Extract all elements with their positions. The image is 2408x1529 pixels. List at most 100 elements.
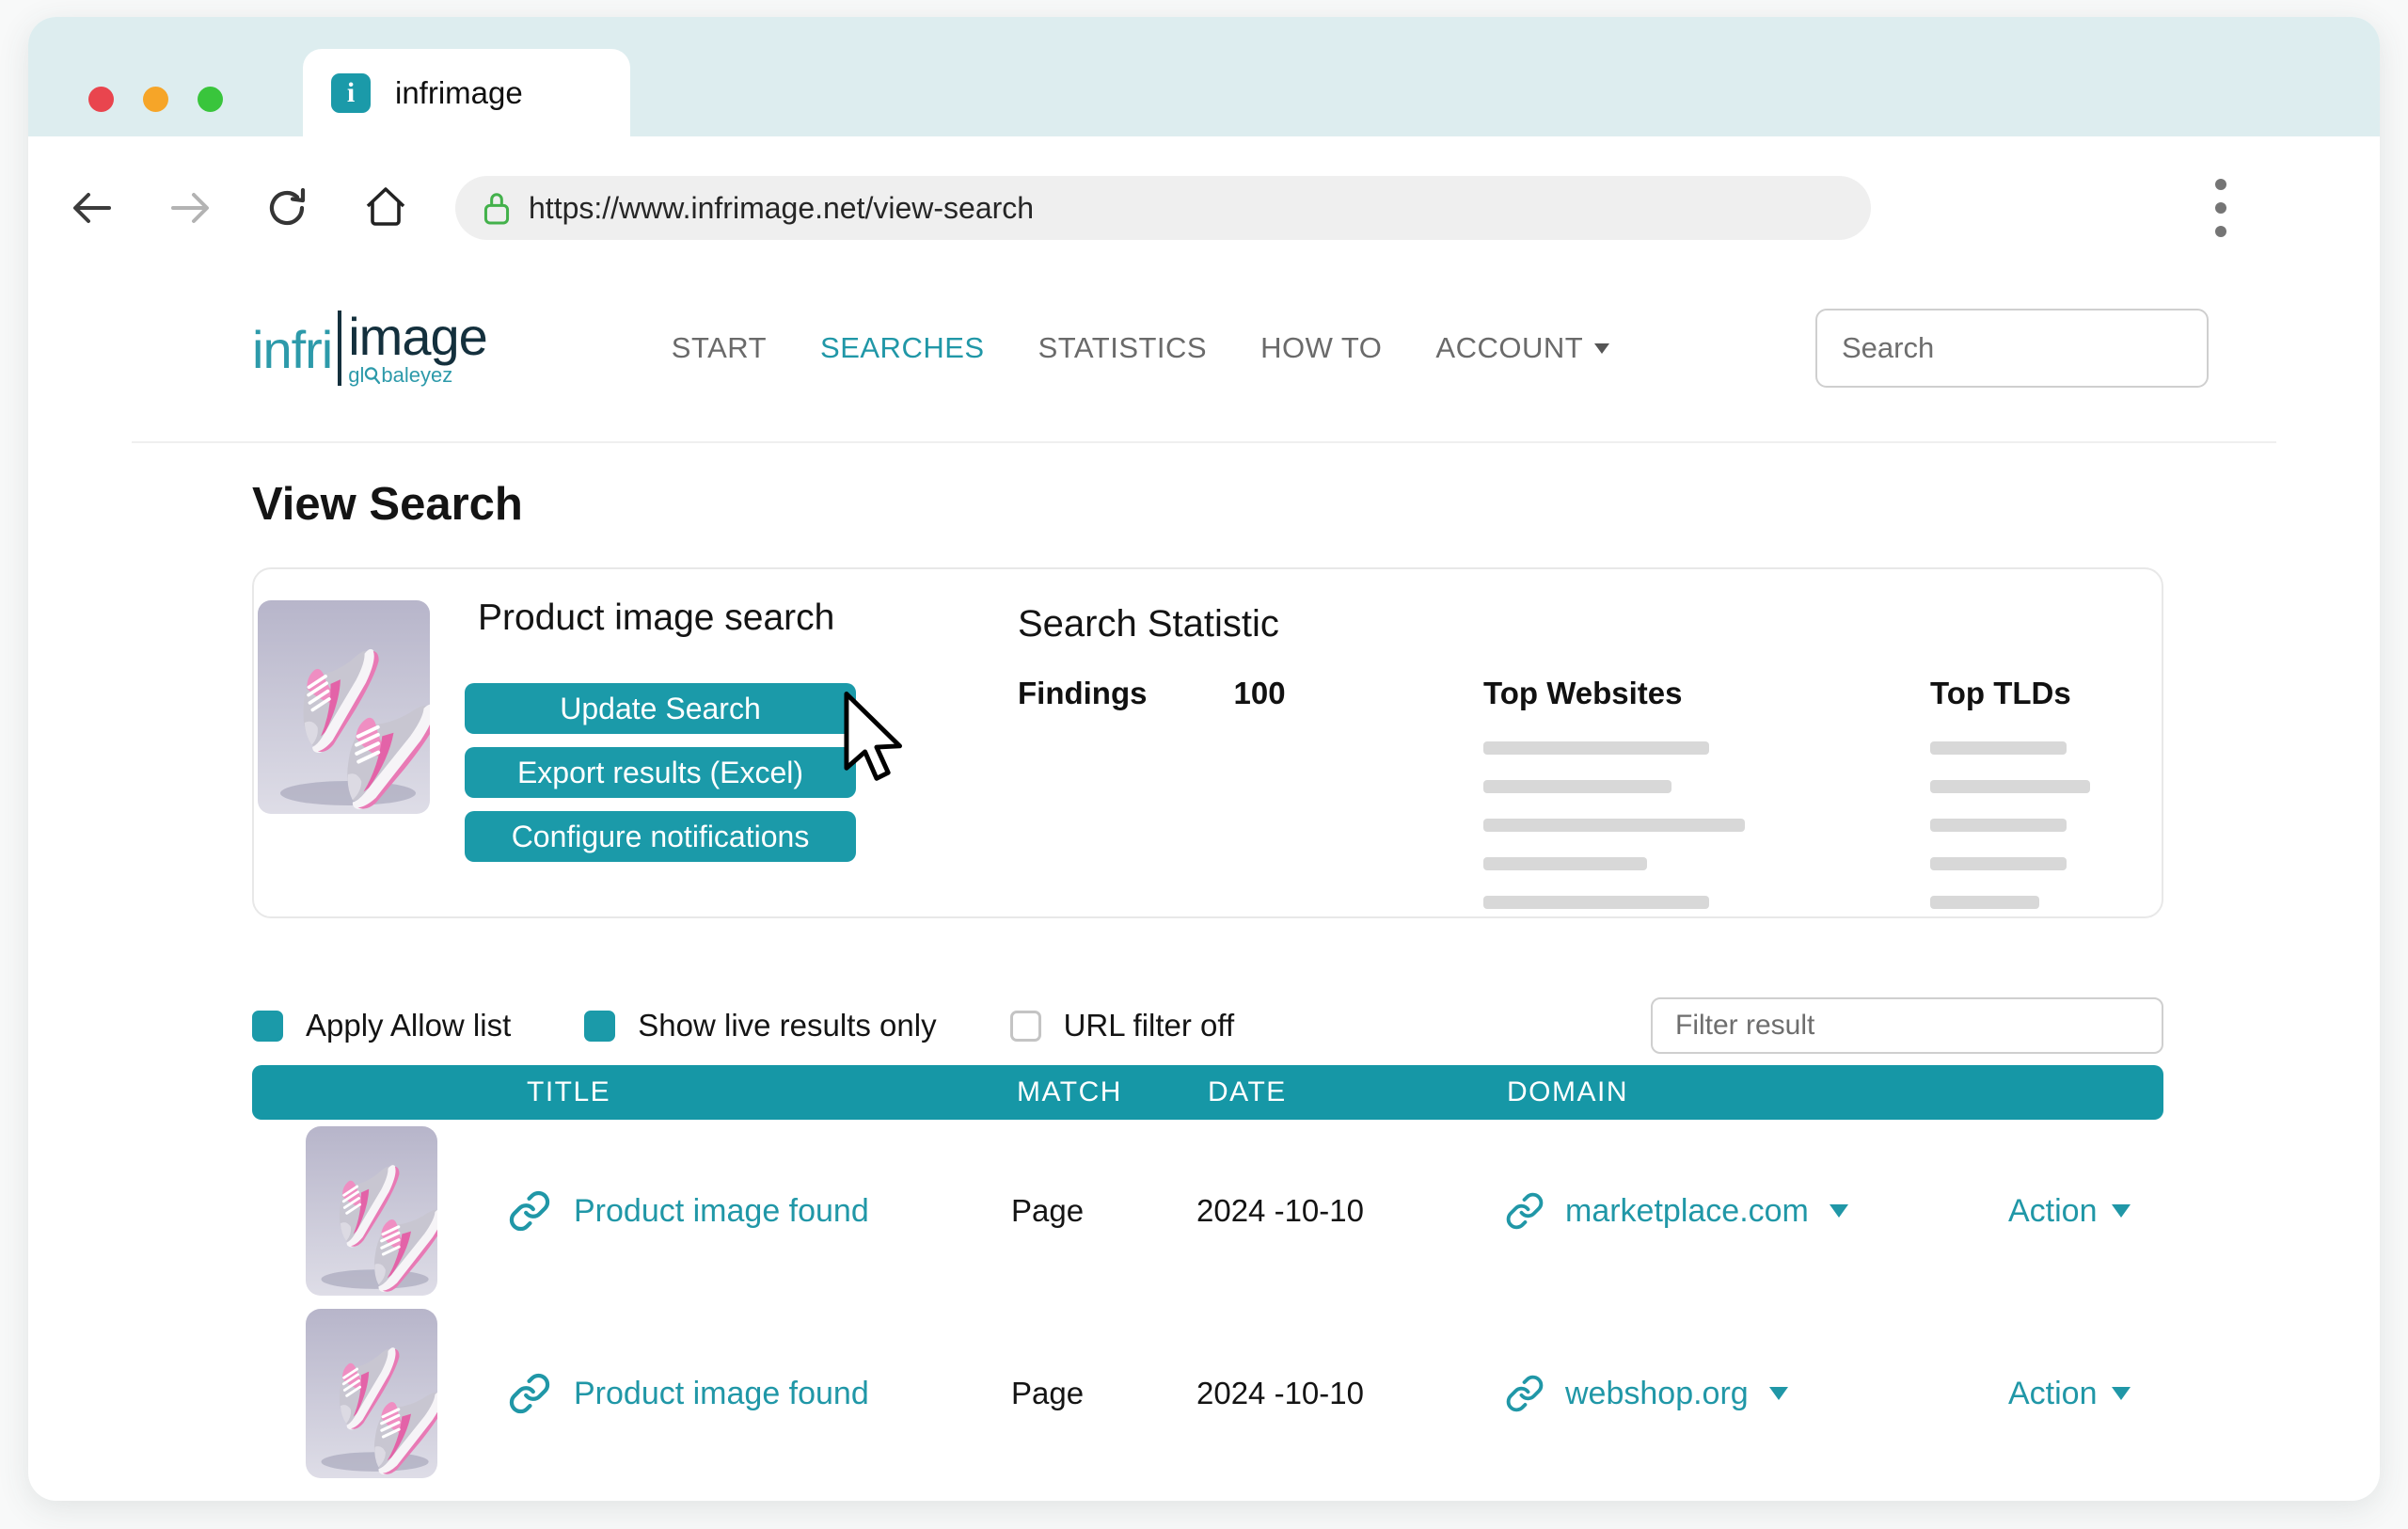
top-tlds-placeholder-bars — [1930, 741, 2124, 909]
result-action-dropdown[interactable]: Action — [2008, 1376, 2163, 1412]
window-controls — [88, 87, 223, 112]
result-thumbnail — [306, 1309, 437, 1478]
column-header-title: TITLE — [508, 1076, 1011, 1108]
result-match: Page — [1011, 1376, 1196, 1411]
caret-down-icon — [2112, 1387, 2131, 1400]
filter-result-input[interactable] — [1651, 997, 2163, 1054]
search-actions: Update Search Export results (Excel) Con… — [465, 683, 856, 862]
reload-button[interactable] — [265, 185, 310, 231]
result-match: Page — [1011, 1193, 1196, 1229]
home-icon — [363, 185, 408, 231]
forward-arrow-icon — [167, 185, 213, 231]
browser-menu-button[interactable] — [2210, 173, 2232, 243]
placeholder-bar — [1483, 741, 1709, 755]
table-row: Product image found Page 2024 -10-10 mar… — [252, 1120, 2163, 1302]
browser-tab[interactable]: i infrimage — [303, 49, 630, 136]
https-lock-icon — [482, 188, 512, 228]
top-websites-label: Top Websites — [1483, 676, 1930, 711]
placeholder-bar — [1930, 741, 2067, 755]
page-content: infri image gl baleyez START SEARCHES ST… — [28, 255, 2380, 1485]
back-button[interactable] — [70, 185, 115, 231]
result-domain-dropdown[interactable]: webshop.org — [1505, 1374, 2008, 1413]
kebab-icon — [2215, 179, 2226, 190]
browser-toolbar: https://www.infrimage.net/view-search — [28, 136, 2380, 255]
column-header-match: MATCH — [1011, 1076, 1196, 1108]
table-row: Product image found Page 2024 -10-10 web… — [252, 1302, 2163, 1485]
page-title: View Search — [252, 477, 2163, 532]
nav-item-account[interactable]: ACCOUNT — [1435, 331, 1609, 365]
result-title-link[interactable]: Product image found — [508, 1189, 1011, 1233]
caret-down-icon — [1769, 1387, 1788, 1400]
search-statistic-panel: Search Statistic Findings 100 Top Websit… — [1018, 603, 2124, 909]
placeholder-bar — [1930, 857, 2067, 870]
table-header: TITLE MATCH DATE DOMAIN — [252, 1065, 2163, 1120]
caret-down-icon — [1830, 1204, 1848, 1218]
placeholder-bar — [1930, 780, 2090, 793]
caret-down-icon — [2112, 1204, 2131, 1218]
show-live-results-checkbox[interactable]: Show live results only — [584, 1008, 936, 1043]
link-icon — [508, 1372, 551, 1415]
top-websites-placeholder-bars — [1483, 741, 1930, 909]
findings-stat: Findings 100 — [1018, 676, 1483, 909]
address-bar[interactable]: https://www.infrimage.net/view-search — [455, 176, 1871, 240]
results-table: TITLE MATCH DATE DOMAIN Product image fo… — [252, 1065, 2163, 1485]
checkbox-icon — [584, 1011, 615, 1042]
apply-allow-list-checkbox[interactable]: Apply Allow list — [252, 1008, 511, 1043]
minimize-window-button[interactable] — [143, 87, 168, 112]
export-results-button[interactable]: Export results (Excel) — [465, 747, 856, 798]
top-tlds-label: Top TLDs — [1930, 676, 2124, 711]
result-title-link[interactable]: Product image found — [508, 1372, 1011, 1415]
nav-item-how-to[interactable]: HOW TO — [1260, 331, 1382, 365]
product-search-heading: Product image search — [478, 597, 834, 639]
filter-row: Apply Allow list Show live results only … — [252, 986, 2163, 1065]
placeholder-bar — [1483, 896, 1709, 909]
url-text: https://www.infrimage.net/view-search — [529, 191, 1034, 226]
infrimage-logo[interactable]: infri image gl baleyez — [252, 311, 487, 386]
result-date: 2024 -10-10 — [1196, 1193, 1505, 1229]
maximize-window-button[interactable] — [198, 87, 223, 112]
product-image — [258, 600, 430, 814]
link-icon — [508, 1189, 551, 1233]
forward-button[interactable] — [167, 185, 213, 231]
update-search-button[interactable]: Update Search — [465, 683, 856, 734]
nav-item-start[interactable]: START — [672, 331, 767, 365]
findings-label: Findings — [1018, 676, 1147, 909]
top-websites-block: Top Websites — [1483, 676, 1930, 909]
site-search-input[interactable] — [1815, 309, 2209, 388]
nav-item-statistics[interactable]: STATISTICS — [1038, 331, 1208, 365]
placeholder-bar — [1930, 896, 2039, 909]
link-icon — [1505, 1191, 1545, 1231]
close-window-button[interactable] — [88, 87, 114, 112]
main-nav: START SEARCHES STATISTICS HOW TO ACCOUNT — [672, 331, 1609, 365]
findings-value: 100 — [1233, 676, 1285, 909]
site-header: infri image gl baleyez START SEARCHES ST… — [252, 293, 2209, 404]
logo-suffix: image — [348, 311, 487, 363]
search-summary-card: Product image search Update Search Expor… — [252, 567, 2163, 918]
tab-title: infrimage — [395, 75, 523, 111]
column-header-date: DATE — [1196, 1076, 1505, 1108]
checkbox-icon — [1010, 1011, 1041, 1042]
column-header-domain: DOMAIN — [1505, 1076, 2008, 1108]
result-thumbnail — [306, 1126, 437, 1296]
placeholder-bar — [1483, 857, 1647, 870]
header-divider — [132, 441, 2276, 443]
browser-window: i infrimage https://www.infrimage.net/vi… — [28, 17, 2380, 1501]
nav-item-searches[interactable]: SEARCHES — [820, 331, 985, 365]
logo-prefix: infri — [252, 324, 332, 376]
placeholder-bar — [1483, 819, 1745, 832]
home-button[interactable] — [363, 185, 408, 231]
configure-notifications-button[interactable]: Configure notifications — [465, 811, 856, 862]
favicon-icon: i — [331, 73, 371, 113]
placeholder-bar — [1930, 819, 2067, 832]
result-date: 2024 -10-10 — [1196, 1376, 1505, 1411]
top-tlds-block: Top TLDs — [1930, 676, 2124, 909]
link-icon — [1505, 1374, 1545, 1413]
chevron-down-icon — [1594, 343, 1609, 354]
result-domain-dropdown[interactable]: marketplace.com — [1505, 1191, 2008, 1231]
checkbox-icon — [252, 1011, 283, 1042]
back-arrow-icon — [70, 185, 115, 231]
result-action-dropdown[interactable]: Action — [2008, 1193, 2163, 1230]
url-filter-checkbox[interactable]: URL filter off — [1010, 1008, 1235, 1043]
reload-icon — [265, 185, 310, 231]
tab-strip: i infrimage — [28, 17, 2380, 136]
